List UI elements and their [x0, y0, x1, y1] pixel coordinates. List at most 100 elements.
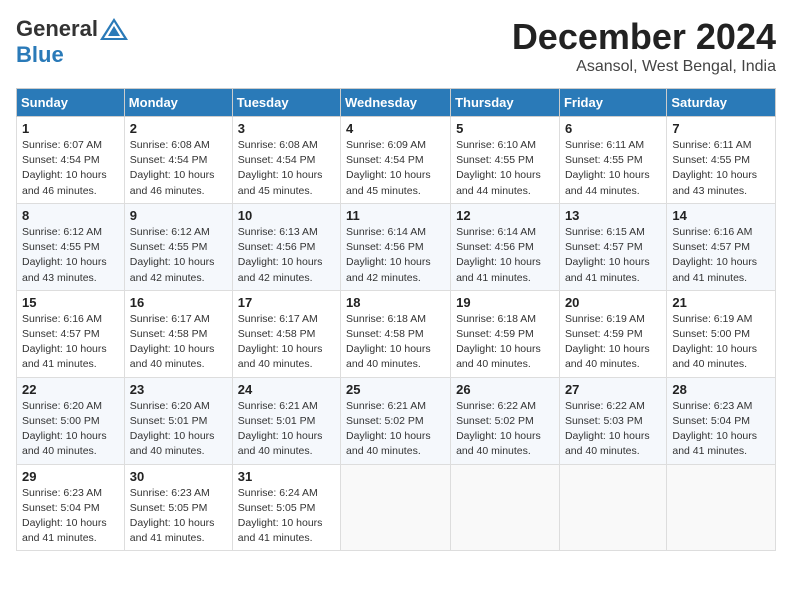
day-number: 30 [130, 469, 227, 484]
calendar-cell: 6 Sunrise: 6:11 AM Sunset: 4:55 PM Daylig… [559, 117, 666, 204]
calendar-week-3: 15Sunrise: 6:16 AM Sunset: 4:57 PM Dayli… [17, 290, 776, 377]
day-number: 7 [672, 121, 770, 136]
day-number: 25 [346, 382, 445, 397]
day-number: 1 [22, 121, 119, 136]
column-header-saturday: Saturday [667, 89, 776, 117]
day-number: 19 [456, 295, 554, 310]
day-info: Sunrise: 6:07 AM Sunset: 4:54 PM Dayligh… [22, 138, 119, 199]
calendar-cell: 26Sunrise: 6:22 AM Sunset: 5:02 PM Dayli… [451, 377, 560, 464]
day-number: 28 [672, 382, 770, 397]
day-number: 8 [22, 208, 119, 223]
day-info: Sunrise: 6:17 AM Sunset: 4:58 PM Dayligh… [238, 312, 335, 373]
day-info: Sunrise: 6:14 AM Sunset: 4:56 PM Dayligh… [346, 225, 445, 286]
logo-blue-text: Blue [16, 42, 64, 68]
calendar-cell: 24Sunrise: 6:21 AM Sunset: 5:01 PM Dayli… [232, 377, 340, 464]
day-info: Sunrise: 6:19 AM Sunset: 4:59 PM Dayligh… [565, 312, 661, 373]
day-number: 23 [130, 382, 227, 397]
day-number: 5 [456, 121, 554, 136]
title-block: December 2024 Asansol, West Bengal, Indi… [512, 16, 776, 76]
day-info: Sunrise: 6:13 AM Sunset: 4:56 PM Dayligh… [238, 225, 335, 286]
calendar-cell: 30 Sunrise: 6:23 AM Sunset: 5:05 PM Dayli… [124, 464, 232, 551]
calendar-cell: 17 Sunrise: 6:17 AM Sunset: 4:58 PM Dayli… [232, 290, 340, 377]
day-number: 13 [565, 208, 661, 223]
day-info: Sunrise: 6:21 AM Sunset: 5:02 PM Dayligh… [346, 399, 445, 460]
day-info: Sunrise: 6:18 AM Sunset: 4:59 PM Dayligh… [456, 312, 554, 373]
calendar-cell: 5 Sunrise: 6:10 AM Sunset: 4:55 PM Daylig… [451, 117, 560, 204]
day-number: 9 [130, 208, 227, 223]
calendar-cell [341, 464, 451, 551]
calendar-cell: 3 Sunrise: 6:08 AM Sunset: 4:54 PM Daylig… [232, 117, 340, 204]
page-header: General Blue December 2024 Asansol, West… [16, 16, 776, 76]
day-number: 3 [238, 121, 335, 136]
calendar-cell: 25 Sunrise: 6:21 AM Sunset: 5:02 PM Dayli… [341, 377, 451, 464]
day-info: Sunrise: 6:23 AM Sunset: 5:05 PM Dayligh… [130, 486, 227, 547]
calendar-cell: 22 Sunrise: 6:20 AM Sunset: 5:00 PM Dayli… [17, 377, 125, 464]
calendar-cell: 21 Sunrise: 6:19 AM Sunset: 5:00 PM Dayli… [667, 290, 776, 377]
calendar-cell: 10 Sunrise: 6:13 AM Sunset: 4:56 PM Dayli… [232, 203, 340, 290]
calendar-cell: 2Sunrise: 6:08 AM Sunset: 4:54 PM Daylig… [124, 117, 232, 204]
day-number: 6 [565, 121, 661, 136]
calendar-cell: 31 Sunrise: 6:24 AM Sunset: 5:05 PM Dayli… [232, 464, 340, 551]
calendar-week-2: 8 Sunrise: 6:12 AM Sunset: 4:55 PM Daylig… [17, 203, 776, 290]
day-number: 14 [672, 208, 770, 223]
calendar-cell: 1 Sunrise: 6:07 AM Sunset: 4:54 PM Daylig… [17, 117, 125, 204]
calendar-week-4: 22 Sunrise: 6:20 AM Sunset: 5:00 PM Dayli… [17, 377, 776, 464]
column-header-thursday: Thursday [451, 89, 560, 117]
calendar-table: SundayMondayTuesdayWednesdayThursdayFrid… [16, 88, 776, 551]
day-info: Sunrise: 6:12 AM Sunset: 4:55 PM Dayligh… [130, 225, 227, 286]
day-number: 20 [565, 295, 661, 310]
day-info: Sunrise: 6:19 AM Sunset: 5:00 PM Dayligh… [672, 312, 770, 373]
day-info: Sunrise: 6:20 AM Sunset: 5:00 PM Dayligh… [22, 399, 119, 460]
day-info: Sunrise: 6:11 AM Sunset: 4:55 PM Dayligh… [565, 138, 661, 199]
day-number: 21 [672, 295, 770, 310]
column-header-monday: Monday [124, 89, 232, 117]
calendar-cell: 9 Sunrise: 6:12 AM Sunset: 4:55 PM Daylig… [124, 203, 232, 290]
calendar-cell: 19 Sunrise: 6:18 AM Sunset: 4:59 PM Dayli… [451, 290, 560, 377]
calendar-cell: 18Sunrise: 6:18 AM Sunset: 4:58 PM Dayli… [341, 290, 451, 377]
day-info: Sunrise: 6:16 AM Sunset: 4:57 PM Dayligh… [672, 225, 770, 286]
logo-icon [100, 18, 128, 40]
calendar-week-1: 1 Sunrise: 6:07 AM Sunset: 4:54 PM Daylig… [17, 117, 776, 204]
month-title: December 2024 [512, 16, 776, 58]
day-info: Sunrise: 6:21 AM Sunset: 5:01 PM Dayligh… [238, 399, 335, 460]
day-info: Sunrise: 6:22 AM Sunset: 5:02 PM Dayligh… [456, 399, 554, 460]
day-info: Sunrise: 6:24 AM Sunset: 5:05 PM Dayligh… [238, 486, 335, 547]
day-number: 10 [238, 208, 335, 223]
day-info: Sunrise: 6:20 AM Sunset: 5:01 PM Dayligh… [130, 399, 227, 460]
calendar-cell: 14 Sunrise: 6:16 AM Sunset: 4:57 PM Dayli… [667, 203, 776, 290]
calendar-cell [559, 464, 666, 551]
day-number: 27 [565, 382, 661, 397]
calendar-cell: 4 Sunrise: 6:09 AM Sunset: 4:54 PM Daylig… [341, 117, 451, 204]
day-number: 17 [238, 295, 335, 310]
day-info: Sunrise: 6:15 AM Sunset: 4:57 PM Dayligh… [565, 225, 661, 286]
day-info: Sunrise: 6:17 AM Sunset: 4:58 PM Dayligh… [130, 312, 227, 373]
day-number: 31 [238, 469, 335, 484]
day-number: 29 [22, 469, 119, 484]
logo-general-text: General [16, 16, 98, 42]
calendar-cell: 11 Sunrise: 6:14 AM Sunset: 4:56 PM Dayli… [341, 203, 451, 290]
column-header-friday: Friday [559, 89, 666, 117]
calendar-cell: 13 Sunrise: 6:15 AM Sunset: 4:57 PM Dayli… [559, 203, 666, 290]
calendar-cell: 16 Sunrise: 6:17 AM Sunset: 4:58 PM Dayli… [124, 290, 232, 377]
calendar-cell: 7 Sunrise: 6:11 AM Sunset: 4:55 PM Daylig… [667, 117, 776, 204]
day-number: 4 [346, 121, 445, 136]
column-header-sunday: Sunday [17, 89, 125, 117]
day-number: 11 [346, 208, 445, 223]
day-info: Sunrise: 6:23 AM Sunset: 5:04 PM Dayligh… [672, 399, 770, 460]
calendar-cell: 15Sunrise: 6:16 AM Sunset: 4:57 PM Dayli… [17, 290, 125, 377]
day-number: 2 [130, 121, 227, 136]
column-header-wednesday: Wednesday [341, 89, 451, 117]
day-number: 16 [130, 295, 227, 310]
calendar-cell: 27 Sunrise: 6:22 AM Sunset: 5:03 PM Dayli… [559, 377, 666, 464]
day-number: 15 [22, 295, 119, 310]
day-number: 22 [22, 382, 119, 397]
day-info: Sunrise: 6:22 AM Sunset: 5:03 PM Dayligh… [565, 399, 661, 460]
day-info: Sunrise: 6:08 AM Sunset: 4:54 PM Dayligh… [238, 138, 335, 199]
calendar-cell [667, 464, 776, 551]
day-info: Sunrise: 6:09 AM Sunset: 4:54 PM Dayligh… [346, 138, 445, 199]
day-info: Sunrise: 6:11 AM Sunset: 4:55 PM Dayligh… [672, 138, 770, 199]
day-info: Sunrise: 6:10 AM Sunset: 4:55 PM Dayligh… [456, 138, 554, 199]
calendar-cell: 29 Sunrise: 6:23 AM Sunset: 5:04 PM Dayli… [17, 464, 125, 551]
day-info: Sunrise: 6:23 AM Sunset: 5:04 PM Dayligh… [22, 486, 119, 547]
location-title: Asansol, West Bengal, India [512, 58, 776, 76]
